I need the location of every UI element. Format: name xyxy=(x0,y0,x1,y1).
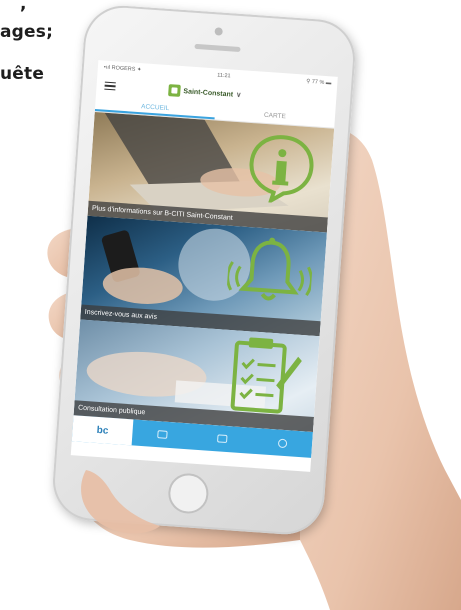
nav-dashboard-button[interactable] xyxy=(191,424,253,454)
stage: , ages; uête •ııl ROGERS ✦ 11:21 ⚲ 77 % … xyxy=(0,0,461,610)
ringing-bell-icon xyxy=(226,237,313,301)
brand-selector[interactable]: Saint-Constant ∨ xyxy=(168,84,242,101)
brand-label: Saint-Constant xyxy=(183,87,234,99)
phone-screen: •ııl ROGERS ✦ 11:21 ⚲ 77 % ▬ Saint-Const… xyxy=(70,60,338,472)
info-speech-bubble-icon xyxy=(249,135,314,205)
tile-informations[interactable]: Plus d'informations sur B-CITI Saint-Con… xyxy=(87,111,335,233)
nav-chat-button[interactable] xyxy=(132,419,194,449)
tile-avis[interactable]: Inscrivez-vous aux avis xyxy=(80,215,327,337)
battery-indicator: ⚲ 77 % ▬ xyxy=(306,78,332,87)
carrier-label: •ııl ROGERS ✦ xyxy=(103,64,142,74)
tile-consultation[interactable]: Consultation publique xyxy=(73,319,320,432)
nav-home-button[interactable]: bc xyxy=(71,415,134,446)
bciti-logo-icon: bc xyxy=(96,424,109,437)
front-camera xyxy=(214,27,223,36)
chat-icon xyxy=(157,430,168,439)
dashboard-icon xyxy=(217,434,228,444)
chevron-down-icon: ∨ xyxy=(235,91,242,100)
clock: 11:21 xyxy=(217,72,231,80)
clipboard-checklist-icon xyxy=(230,337,302,414)
nav-profile-button[interactable] xyxy=(251,428,313,458)
menu-icon[interactable] xyxy=(104,81,116,91)
earpiece-speaker xyxy=(194,43,241,53)
profile-icon xyxy=(277,438,287,448)
city-logo-icon xyxy=(168,84,181,97)
phone-device: •ııl ROGERS ✦ 11:21 ⚲ 77 % ▬ Saint-Const… xyxy=(50,3,358,537)
home-button[interactable] xyxy=(167,472,210,515)
